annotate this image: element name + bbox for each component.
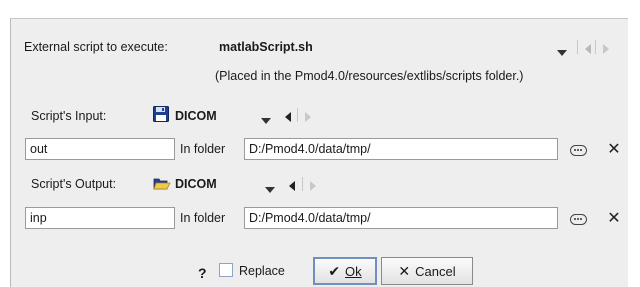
input-nav-separator [297,108,298,125]
input-next-icon[interactable] [305,110,311,125]
output-name-field[interactable]: inp [25,207,175,229]
input-label: Script's Input: [31,109,107,123]
close-icon[interactable]: ✕ [605,139,623,159]
input-prev-icon[interactable] [285,110,291,125]
output-label: Script's Output: [31,177,117,191]
ok-label: Ok [345,263,362,279]
input-folder-field[interactable]: D:/Pmod4.0/data/tmp/ [244,138,558,160]
output-folder-field[interactable]: D:/Pmod4.0/data/tmp/ [244,207,558,229]
input-name-field[interactable]: out [25,138,175,160]
script-nav-separator [577,40,578,57]
cancel-label: Cancel [415,263,456,279]
script-name[interactable]: matlabScript.sh [219,40,313,54]
script-nav-separator-2 [595,40,596,57]
output-folder-label: In folder [180,211,226,225]
help-button[interactable]: ? [198,265,207,281]
output-next-icon[interactable] [310,179,316,194]
input-folder-label: In folder [180,142,226,156]
cancel-button[interactable]: ✕ Cancel [381,257,473,285]
script-next-icon[interactable] [603,42,609,57]
script-prev-icon[interactable] [585,42,591,57]
replace-checkbox[interactable] [219,263,233,280]
output-format: DICOM [175,177,217,191]
output-prev-icon[interactable] [289,179,295,194]
script-dropdown-icon[interactable] [557,44,567,59]
script-folder-note: (Placed in the Pmod4.0/resources/extlibs… [215,69,524,83]
output-nav-separator [302,177,303,194]
replace-label[interactable]: Replace [239,264,285,278]
output-close-icon[interactable]: ✕ [605,208,623,228]
floppy-disk-icon[interactable] [153,106,169,125]
cancel-x-icon: ✕ [398,262,411,279]
check-icon: ✔ [328,262,341,279]
input-format-dropdown-icon[interactable] [261,112,271,127]
ok-button[interactable]: ✔ Ok [313,257,377,285]
output-format-dropdown-icon[interactable] [265,181,275,196]
output-ellipsis-icon[interactable] [568,212,588,226]
ellipsis-icon[interactable] [568,143,588,157]
script-dialog: External script to execute: matlabScript… [10,18,628,287]
input-format: DICOM [175,109,217,123]
script-label: External script to execute: [24,40,168,54]
open-folder-icon[interactable] [153,175,171,194]
